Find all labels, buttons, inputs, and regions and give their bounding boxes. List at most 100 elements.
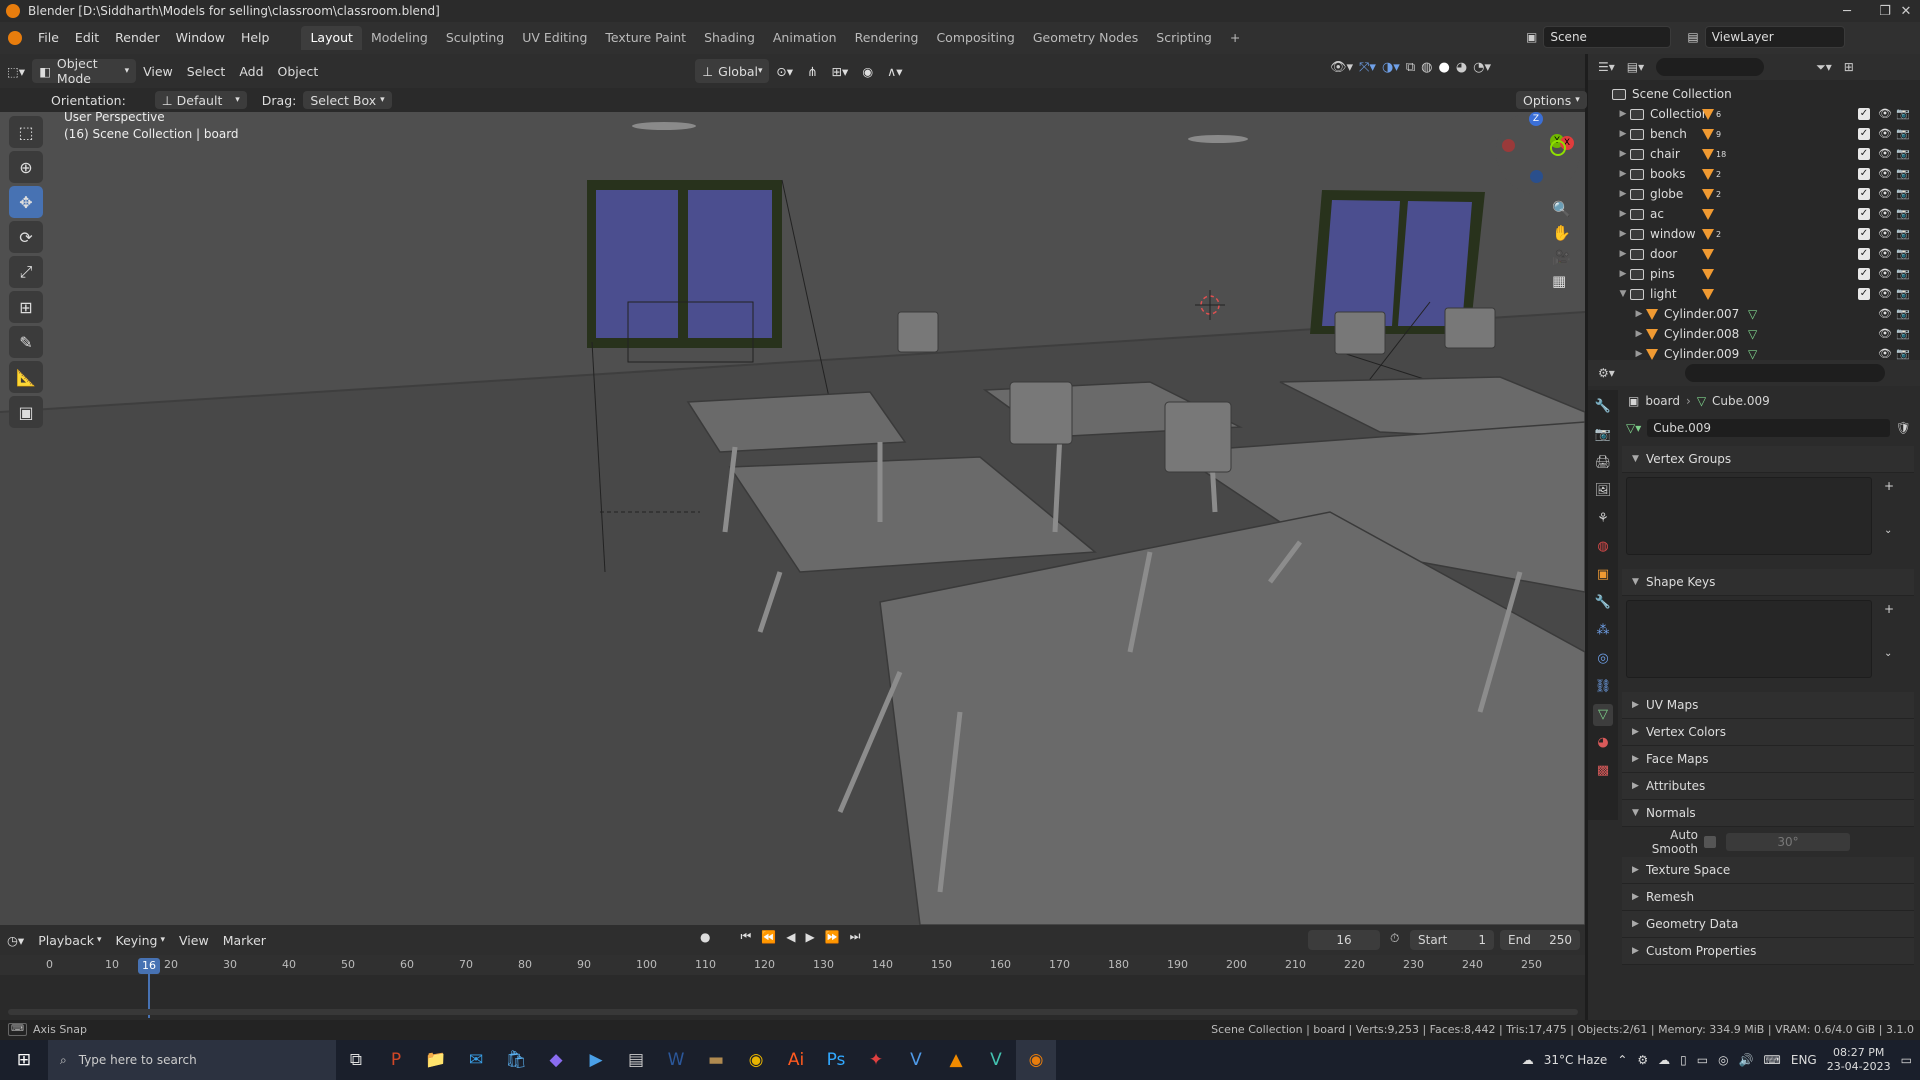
menu-add[interactable]: Add [232, 59, 270, 83]
view-layer-selector[interactable]: ViewLayer [1704, 26, 1845, 48]
section-custom-properties[interactable]: ▶ Custom Properties [1622, 938, 1914, 965]
add-workspace-button[interactable]: + [1221, 26, 1249, 50]
menu-file[interactable]: File [30, 27, 67, 49]
object-tab-icon[interactable]: ▣ [1593, 564, 1613, 586]
render-tab-icon[interactable]: 📷 [1593, 424, 1613, 446]
menu-keying[interactable]: Keying ▾ [109, 928, 173, 952]
eye-icon[interactable]: 👁 [1878, 127, 1892, 140]
outliner-row-books[interactable]: ▶ books 2 ✓ 👁 📷 [1588, 164, 1920, 184]
transform-tool-icon[interactable]: ⊞ [9, 291, 43, 323]
drag-dropdown[interactable]: Select Box ▾ [303, 91, 392, 109]
stopwatch-icon[interactable]: ⏱ [1390, 931, 1399, 946]
exclude-checkbox[interactable]: ✓ [1858, 208, 1870, 220]
gizmo-toggle-icon[interactable]: ⤧▾ [1359, 60, 1376, 75]
cursor-tool-icon[interactable]: ⊕ [9, 151, 43, 183]
gizmo-z-axis[interactable]: Z [1529, 112, 1543, 126]
expand-triangle-icon[interactable]: ▶ [1616, 269, 1630, 279]
auto-smooth-checkbox[interactable] [1704, 836, 1716, 848]
shape-keys-list[interactable] [1626, 600, 1872, 678]
tab-layout[interactable]: Layout [301, 26, 362, 50]
outliner-row-chair[interactable]: ▶ chair 18 ✓ 👁 📷 [1588, 144, 1920, 164]
record-icon[interactable]: ● [700, 930, 710, 944]
tab-scripting[interactable]: Scripting [1147, 26, 1221, 50]
notification-icon[interactable]: ▭ [1901, 1053, 1912, 1067]
word-icon[interactable]: W [656, 1040, 696, 1080]
menu-window[interactable]: Window [168, 27, 233, 49]
view-layer-icon[interactable]: ▤ [1687, 30, 1698, 44]
eye-icon[interactable]: 👁 [1878, 287, 1892, 300]
expand-triangle-icon[interactable]: ▶ [1632, 349, 1646, 359]
outliner-row-window[interactable]: ▶ window 2 ✓ 👁 📷 [1588, 224, 1920, 244]
outliner-row-globe[interactable]: ▶ globe 2 ✓ 👁 📷 [1588, 184, 1920, 204]
fake-user-icon[interactable]: 🛡 [1896, 421, 1911, 435]
close-button[interactable]: ✕ [1892, 0, 1920, 22]
section-remesh[interactable]: ▶ Remesh [1622, 884, 1914, 911]
eye-icon[interactable]: 👁 [1878, 327, 1892, 340]
play-reverse-icon[interactable]: ◀ [786, 930, 795, 944]
exclude-checkbox[interactable]: ✓ [1858, 148, 1870, 160]
menu-help[interactable]: Help [233, 27, 278, 49]
section-face-maps[interactable]: ▶ Face Maps [1622, 746, 1914, 773]
orientation-dropdown[interactable]: ⊥ Default ▾ [154, 91, 247, 109]
powerpoint-icon[interactable]: P [376, 1040, 416, 1080]
pan-hand-icon[interactable]: ✋ [1552, 224, 1571, 242]
eye-icon[interactable]: 👁 [1878, 147, 1892, 160]
move-tool-icon[interactable]: ✥ [9, 186, 43, 218]
outliner-row-bench[interactable]: ▶ bench 9 ✓ 👁 📷 [1588, 124, 1920, 144]
timeline-body[interactable]: 0 10 20 30 40 50 60 70 80 90 100 110 120 130 140 150 160… [0, 955, 1585, 1020]
new-collection-icon[interactable]: ⊞ [1844, 60, 1854, 74]
expand-triangle-icon[interactable]: ▶ [1616, 229, 1630, 239]
mesh-data-tab-icon[interactable]: ▽ [1593, 704, 1613, 726]
render-camera-icon[interactable]: 📷 [1896, 107, 1910, 120]
annotate-tool-icon[interactable]: ✎ [9, 326, 43, 358]
tab-rendering[interactable]: Rendering [846, 26, 928, 50]
render-camera-icon[interactable]: 📷 [1896, 287, 1910, 300]
outliner-child-Cylinder.008[interactable]: ▶ Cylinder.008 ▽ 👁 📷 [1588, 324, 1920, 344]
properties-search-input[interactable] [1684, 364, 1885, 382]
exclude-checkbox[interactable]: ✓ [1858, 288, 1870, 300]
section-texture-space[interactable]: ▶ Texture Space [1622, 857, 1914, 884]
render-camera-icon[interactable]: 📷 [1896, 167, 1910, 180]
section-normals[interactable]: ▼ Normals [1622, 800, 1914, 827]
section-vertex-groups[interactable]: ▼ Vertex Groups [1622, 446, 1914, 473]
render-camera-icon[interactable]: 📷 [1896, 247, 1910, 260]
menu-marker[interactable]: Marker [216, 928, 273, 952]
vlc-icon[interactable]: ▲ [936, 1040, 976, 1080]
constraints-tab-icon[interactable]: ⛓ [1593, 676, 1613, 698]
render-camera-icon[interactable]: 📷 [1896, 327, 1910, 340]
expand-triangle-icon[interactable]: ▶ [1616, 189, 1630, 199]
eye-icon[interactable]: 👁 [1878, 107, 1892, 120]
app-icon-red[interactable]: ✦ [856, 1040, 896, 1080]
section-shape-keys[interactable]: ▼ Shape Keys [1622, 569, 1914, 596]
task-view-icon[interactable]: ⧉ [336, 1040, 376, 1080]
mail-app-icon[interactable]: ✉ [456, 1040, 496, 1080]
scale-tool-icon[interactable]: ⤢ [9, 256, 43, 288]
mesh-name-field[interactable]: Cube.009 [1647, 419, 1890, 437]
properties-type-icon[interactable]: ⚙▾ [1598, 366, 1615, 380]
camera-view-icon[interactable]: 🎥 [1552, 248, 1571, 266]
vegas-icon[interactable]: V [976, 1040, 1016, 1080]
render-camera-icon[interactable]: 📷 [1896, 307, 1910, 320]
zoom-icon[interactable]: 🔍 [1552, 200, 1571, 218]
render-camera-icon[interactable]: 📷 [1896, 207, 1910, 220]
render-camera-icon[interactable]: 📷 [1896, 227, 1910, 240]
overlay-toggle-icon[interactable]: ◑▾ [1382, 60, 1400, 75]
render-camera-icon[interactable]: 📷 [1896, 147, 1910, 160]
vectary-icon[interactable]: V [896, 1040, 936, 1080]
expand-triangle-icon[interactable]: ▼ [1616, 289, 1630, 299]
filter-icon[interactable]: ⏷▾ [1816, 60, 1832, 75]
menu-view[interactable]: View [136, 59, 180, 83]
app-icon-brown[interactable]: ▬ [696, 1040, 736, 1080]
select-box-icon[interactable]: ⬚ [9, 116, 43, 148]
exclude-checkbox[interactable]: ✓ [1858, 108, 1870, 120]
timeline-scrollbar[interactable] [8, 1009, 1578, 1015]
section-uv-maps[interactable]: ▶ UV Maps [1622, 692, 1914, 719]
options-dropdown[interactable]: Options ▾ [1516, 91, 1587, 109]
menu-render[interactable]: Render [107, 27, 168, 49]
vertex-group-add-icon[interactable]: + [1884, 479, 1894, 493]
section-geometry-data[interactable]: ▶ Geometry Data [1622, 911, 1914, 938]
eye-icon[interactable]: 👁 [1878, 187, 1892, 200]
tab-texture-paint[interactable]: Texture Paint [596, 26, 695, 50]
vertex-groups-list[interactable] [1626, 477, 1872, 555]
timeline-editor-icon[interactable]: ◷▾ [0, 928, 31, 952]
